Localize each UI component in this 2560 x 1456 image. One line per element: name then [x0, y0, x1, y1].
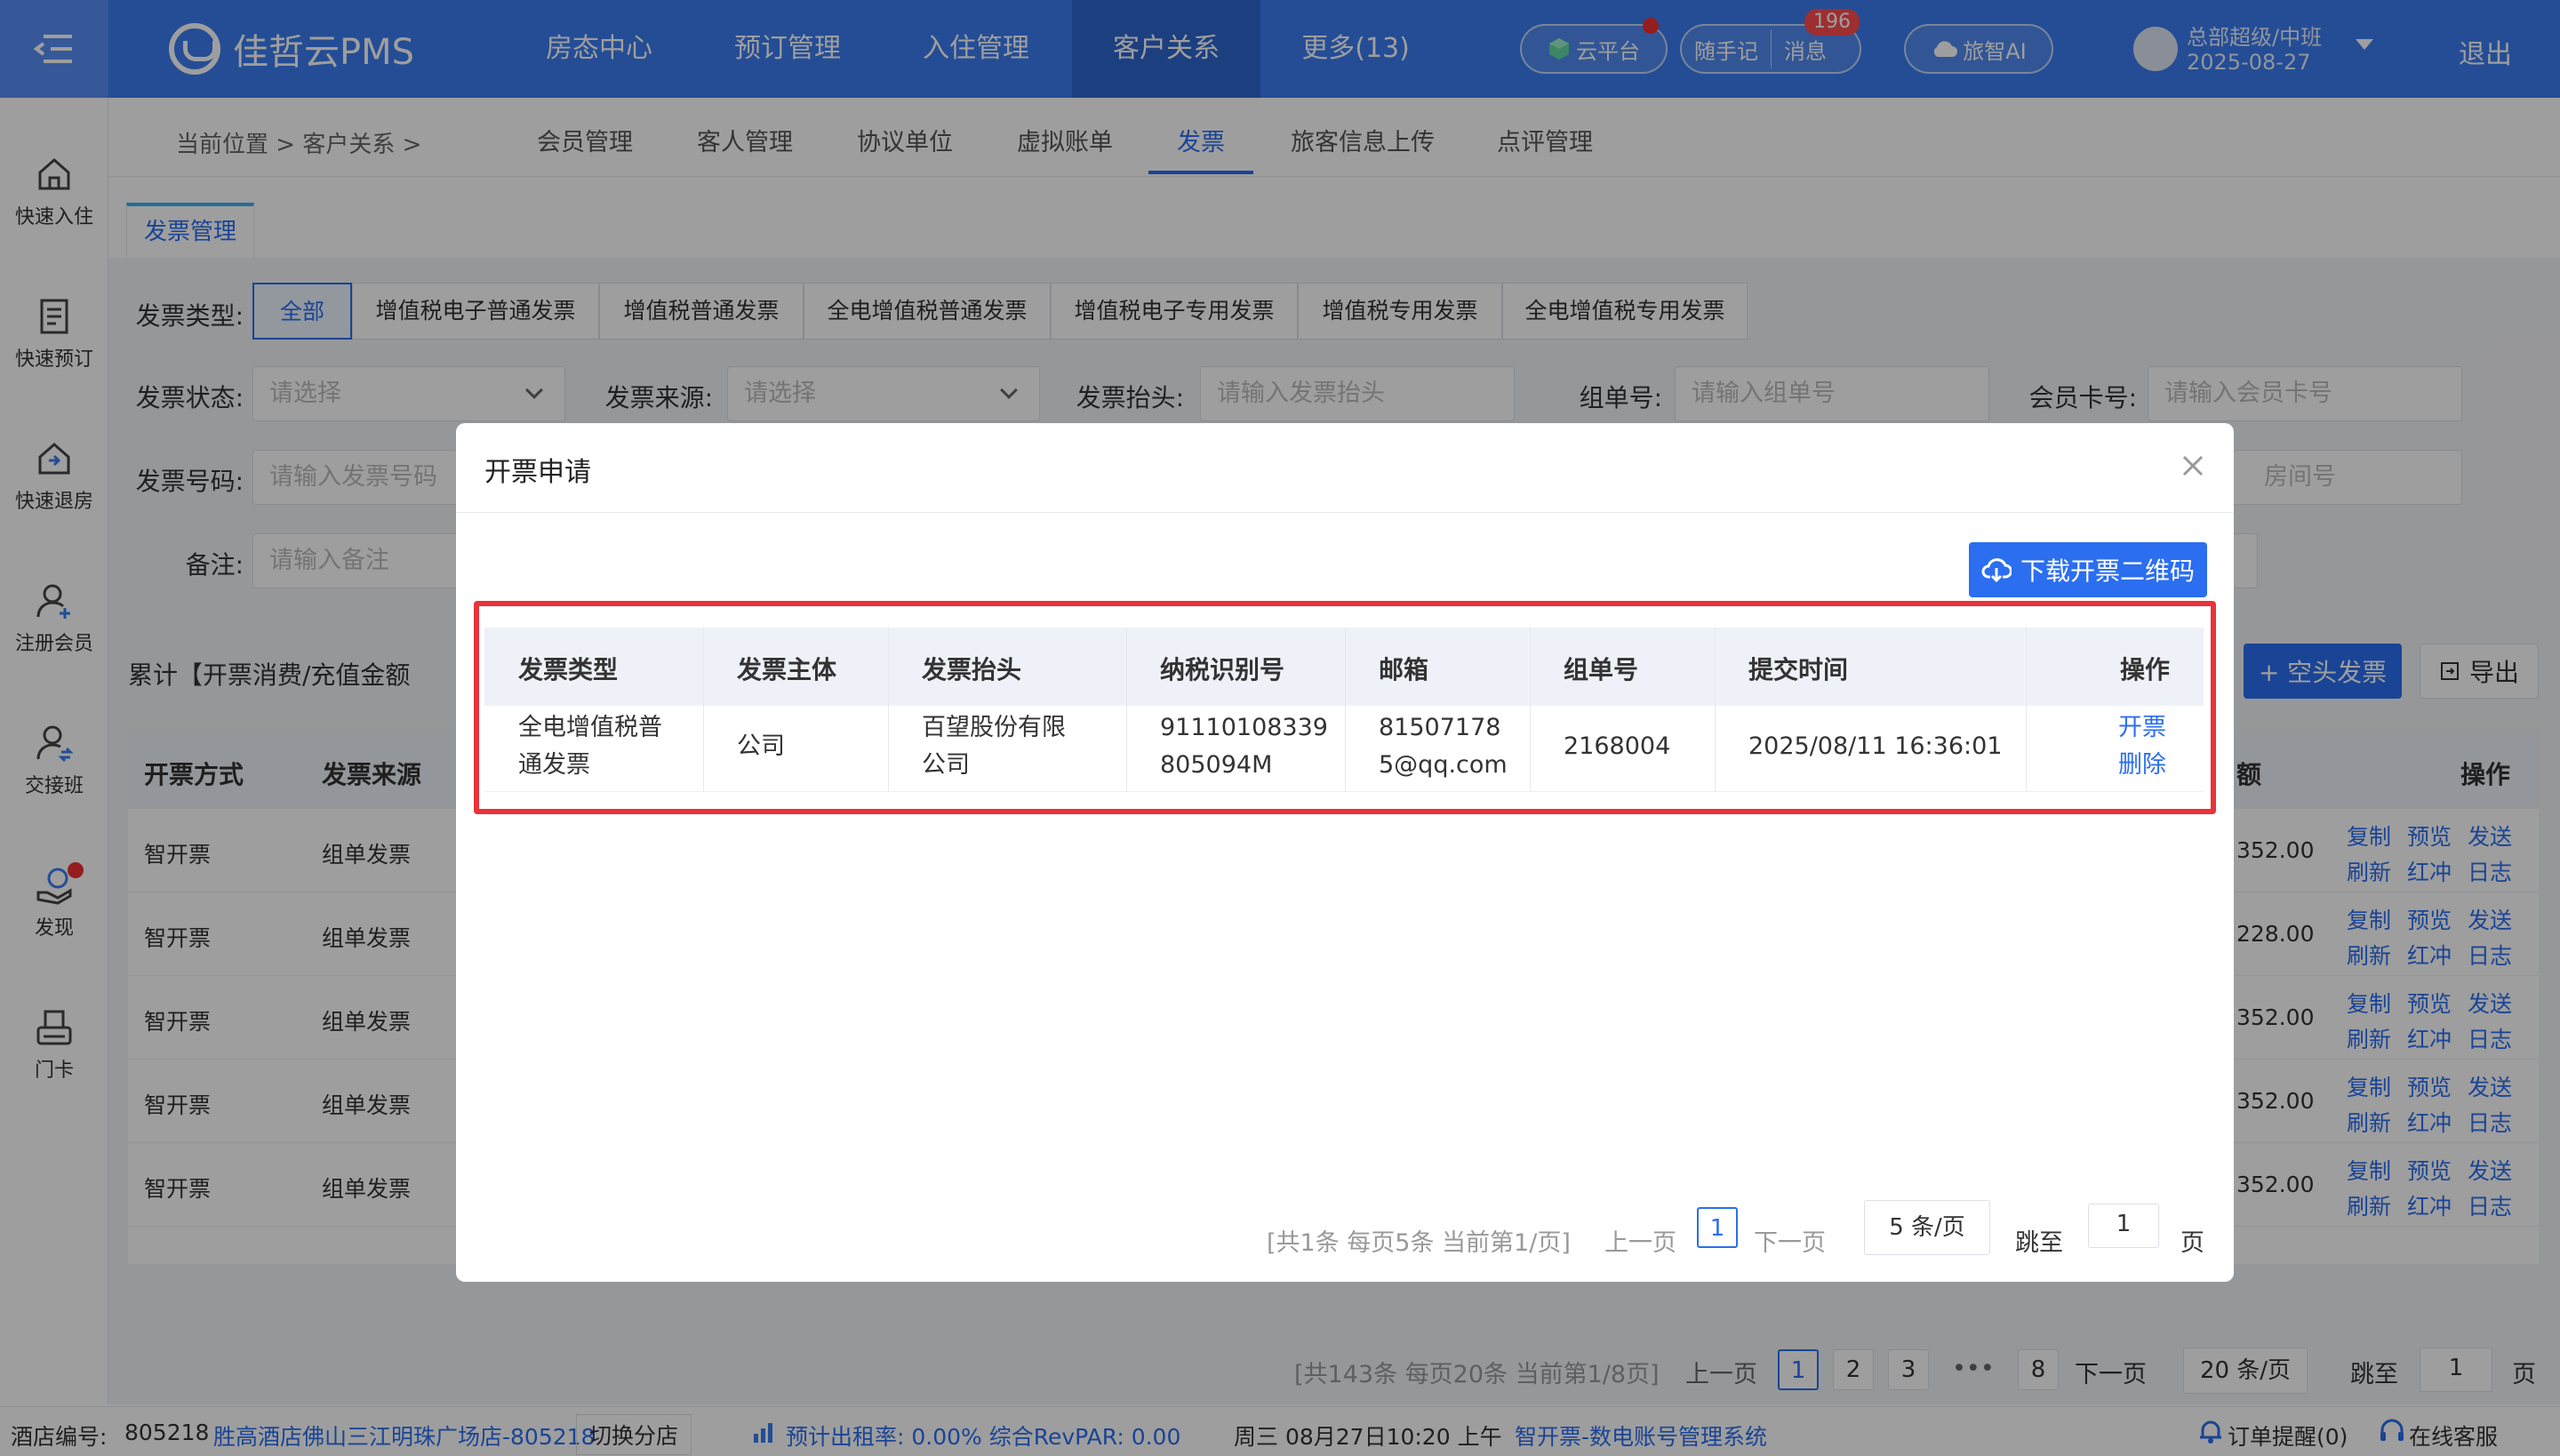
dialog-divider: [456, 512, 2234, 513]
highlight-box: [474, 601, 2216, 814]
cloud-download-icon: [1981, 558, 2012, 582]
download-qrcode-button[interactable]: 下载开票二维码: [1969, 542, 2207, 597]
dialog-pager-prev[interactable]: 上一页: [1604, 1223, 1676, 1258]
dialog-pager-next[interactable]: 下一页: [1754, 1223, 1826, 1258]
dialog-per-page-select[interactable]: 5 条/页: [1864, 1200, 1990, 1255]
dialog-page-unit: 页: [2180, 1229, 2204, 1257]
close-icon[interactable]: [2177, 450, 2209, 482]
dialog-jump-label: 跳至: [2015, 1229, 2063, 1257]
dialog-pager-summary: [共1条 每页5条 当前第1/页]: [1267, 1229, 1571, 1257]
dialog-pager-page-1[interactable]: 1: [1697, 1207, 1738, 1248]
invoice-request-dialog: 开票申请 下载开票二维码 发票类型 发票主体 发票抬头 纳税识别号 邮箱 组单号…: [456, 423, 2234, 1282]
dialog-jump-input[interactable]: 1: [2088, 1204, 2159, 1248]
download-qrcode-label: 下载开票二维码: [2020, 556, 2195, 586]
dialog-title: 开票申请: [484, 457, 591, 488]
